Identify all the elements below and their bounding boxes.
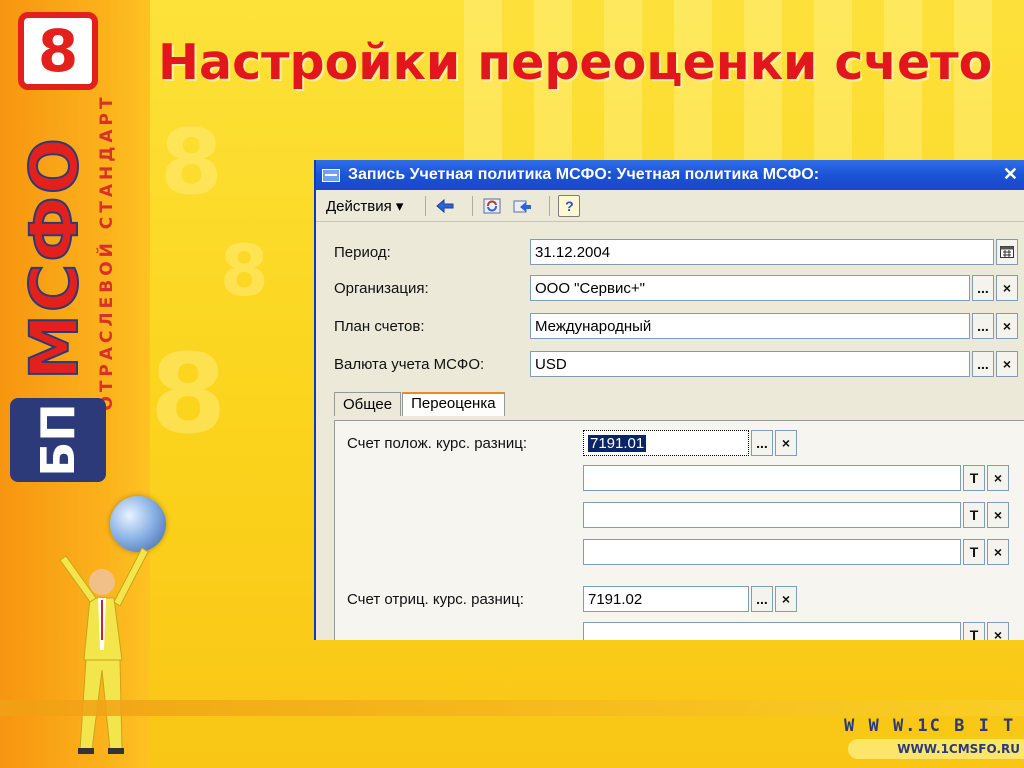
subconto-field[interactable] bbox=[583, 539, 961, 565]
background-eight: 8 bbox=[160, 110, 223, 215]
footer-url-1bit[interactable]: W W W.1C B I T . bbox=[844, 716, 1024, 736]
positive-subconto-row-2: T × bbox=[583, 501, 1009, 529]
help-icon[interactable]: ? bbox=[558, 194, 581, 217]
background-eight: 8 bbox=[150, 330, 227, 458]
page-title: Настройки переоценки счето bbox=[158, 34, 993, 91]
currency-field[interactable]: USD bbox=[530, 351, 970, 377]
period-row: Период: 31.12.2004 bbox=[334, 238, 1018, 266]
clear-icon[interactable]: × bbox=[996, 275, 1018, 301]
period-label: Период: bbox=[334, 243, 391, 261]
chart-of-accounts-field[interactable]: Международный bbox=[530, 313, 970, 339]
type-button[interactable]: T bbox=[963, 502, 985, 528]
clear-icon[interactable]: × bbox=[775, 430, 797, 456]
type-button[interactable]: T bbox=[963, 622, 985, 640]
subconto-field[interactable] bbox=[583, 502, 961, 528]
window-title: Запись Учетная политика МСФО: Учетная по… bbox=[348, 166, 820, 183]
select-button[interactable]: ... bbox=[972, 275, 994, 301]
logo-msfo-text: МСФО bbox=[15, 135, 94, 381]
organization-label: Организация: bbox=[334, 279, 429, 297]
currency-row: Валюта учета МСФО: USD ... × bbox=[334, 350, 1018, 378]
clear-icon[interactable]: × bbox=[996, 313, 1018, 339]
positive-subconto-row-3: T × bbox=[583, 538, 1009, 566]
window-icon bbox=[322, 168, 340, 182]
clear-icon[interactable]: × bbox=[987, 622, 1009, 640]
actions-menu[interactable]: Действия ▾ bbox=[326, 197, 403, 215]
negative-diff-row: Счет отриц. курс. разниц: 7191.02 ... × bbox=[347, 585, 797, 613]
clear-icon[interactable]: × bbox=[996, 351, 1018, 377]
chart-of-accounts-row: План счетов: Международный ... × bbox=[334, 312, 1018, 340]
tab-general[interactable]: Общее bbox=[334, 392, 402, 416]
toolbar: Действия ▾ ? bbox=[316, 190, 1024, 222]
negative-subconto-row-1: T × bbox=[583, 621, 1009, 640]
organization-field[interactable]: ООО "Сервис+" bbox=[530, 275, 970, 301]
toolbar-separator bbox=[472, 195, 474, 216]
type-button[interactable]: T bbox=[963, 539, 985, 565]
subconto-field[interactable] bbox=[583, 622, 961, 640]
period-field[interactable]: 31.12.2004 bbox=[530, 239, 994, 265]
toolbar-separator bbox=[549, 195, 551, 216]
positive-diff-row: Счет полож. курс. разниц: 7191.01 ... × bbox=[347, 429, 797, 457]
window-titlebar[interactable]: Запись Учетная политика МСФО: Учетная по… bbox=[316, 160, 1024, 190]
chart-of-accounts-label: План счетов: bbox=[334, 317, 425, 335]
close-icon[interactable]: ✕ bbox=[1003, 164, 1018, 185]
select-button[interactable]: ... bbox=[972, 313, 994, 339]
positive-subconto-row-1: T × bbox=[583, 464, 1009, 492]
positive-diff-value: 7191.01 bbox=[588, 434, 647, 452]
tab-revaluation[interactable]: Переоценка bbox=[402, 392, 505, 416]
clear-icon[interactable]: × bbox=[987, 465, 1009, 491]
tab-strip: Общее Переоценка bbox=[334, 392, 506, 416]
positive-diff-field[interactable]: 7191.01 bbox=[583, 430, 749, 456]
transfer-icon[interactable] bbox=[511, 195, 533, 217]
msfo-logo: 8 МСФО ОТРАСЛЕВОЙ СТАНДАРТ БП bbox=[10, 12, 122, 492]
toolbar-separator bbox=[425, 195, 427, 216]
logo-subtitle: ОТРАСЛЕВОЙ СТАНДАРТ bbox=[97, 93, 117, 411]
clear-icon[interactable]: × bbox=[775, 586, 797, 612]
select-button[interactable]: ... bbox=[972, 351, 994, 377]
currency-label: Валюта учета МСФО: bbox=[334, 355, 485, 373]
type-button[interactable]: T bbox=[963, 465, 985, 491]
back-arrow-icon[interactable] bbox=[434, 195, 456, 217]
negative-diff-label: Счет отриц. курс. разниц: bbox=[347, 590, 524, 608]
revaluation-panel: Счет полож. курс. разниц: 7191.01 ... × … bbox=[334, 420, 1024, 640]
footer-stripe bbox=[0, 700, 1024, 716]
negative-diff-field[interactable]: 7191.02 bbox=[583, 586, 749, 612]
select-button[interactable]: ... bbox=[751, 430, 773, 456]
logo-bp-badge: БП bbox=[10, 398, 106, 482]
positive-diff-label: Счет полож. курс. разниц: bbox=[347, 434, 528, 452]
select-button[interactable]: ... bbox=[751, 586, 773, 612]
calendar-icon[interactable] bbox=[996, 239, 1018, 265]
subconto-field[interactable] bbox=[583, 465, 961, 491]
businessman-image bbox=[59, 547, 149, 754]
organization-row: Организация: ООО "Сервис+" ... × bbox=[334, 274, 1018, 302]
background-eight: 8 bbox=[220, 230, 269, 312]
clear-icon[interactable]: × bbox=[987, 502, 1009, 528]
accounting-policy-window: Запись Учетная политика МСФО: Учетная по… bbox=[314, 160, 1024, 640]
footer-url-msfo[interactable]: WWW.1CMSFO.RU bbox=[848, 739, 1024, 759]
clear-icon[interactable]: × bbox=[987, 539, 1009, 565]
refresh-icon[interactable] bbox=[481, 195, 503, 217]
